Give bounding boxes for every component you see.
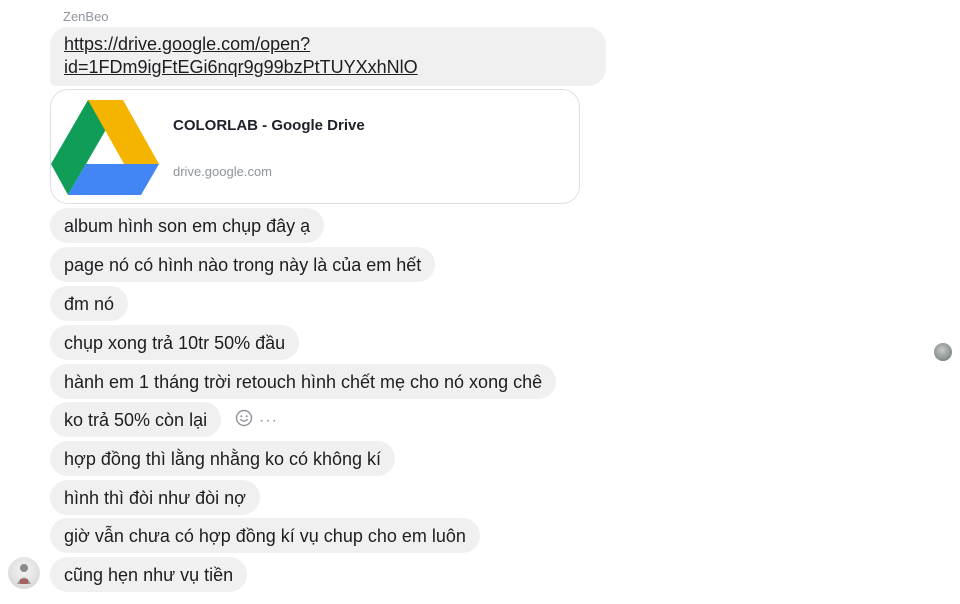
message-text: ko trả 50% còn lại xyxy=(64,409,208,430)
message-bubble[interactable]: album hình son em chụp đây ạ xyxy=(50,208,325,243)
google-drive-icon xyxy=(51,90,163,203)
message-text: giờ vẫn chưa có hợp đồng kí vụ chup cho … xyxy=(64,525,466,546)
message-text: hành em 1 tháng trời retouch hình chết m… xyxy=(64,371,543,392)
shared-link[interactable]: https://drive.google.com/open? id=1FDm9i… xyxy=(64,34,418,77)
message-bubble[interactable]: chụp xong trả 10tr 50% đầu xyxy=(50,325,300,360)
message-hover-actions: ··· xyxy=(235,409,278,432)
message-bubble[interactable]: hình thì đòi như đòi nợ xyxy=(50,480,260,515)
message-bubble[interactable]: hợp đồng thì lằng nhằng ko có không kí xyxy=(50,441,396,476)
message-text: hợp đồng thì lằng nhằng ko có không kí xyxy=(64,448,382,469)
sender-name: ZenBeo xyxy=(63,9,109,24)
message-text: cũng hẹn như vụ tiền xyxy=(64,564,234,585)
emoji-icon[interactable] xyxy=(235,409,253,432)
message-text: album hình son em chụp đây ạ xyxy=(64,215,311,236)
more-dots-icon[interactable]: ··· xyxy=(259,412,278,429)
message-bubble[interactable]: hành em 1 tháng trời retouch hình chết m… xyxy=(50,364,557,399)
message-text: đm nó xyxy=(64,293,115,314)
message-bubble[interactable]: cũng hẹn như vụ tiền xyxy=(50,557,248,592)
link-preview-domain: drive.google.com xyxy=(173,164,272,179)
read-receipt-avatar xyxy=(934,343,952,361)
message-bubble[interactable]: ko trả 50% còn lại xyxy=(50,402,222,437)
link-message-bubble[interactable]: https://drive.google.com/open? id=1FDm9i… xyxy=(50,27,606,86)
message-text: chụp xong trả 10tr 50% đầu xyxy=(64,332,286,353)
shared-link-line1: https://drive.google.com/open? xyxy=(64,34,311,54)
link-preview-card[interactable]: COLORLAB - Google Drive drive.google.com xyxy=(50,89,580,204)
message-bubble[interactable]: đm nó xyxy=(50,286,129,321)
shared-link-line2: id=1FDm9igFtEGi6nqr9g99bzPtTUYXxhNlO xyxy=(64,57,418,77)
message-text: page nó có hình nào trong này là của em … xyxy=(64,254,422,275)
message-text: hình thì đòi như đòi nợ xyxy=(64,487,246,508)
message-bubble[interactable]: page nó có hình nào trong này là của em … xyxy=(50,247,436,282)
message-bubble[interactable]: giờ vẫn chưa có hợp đồng kí vụ chup cho … xyxy=(50,518,480,553)
sender-avatar[interactable] xyxy=(8,557,40,589)
link-preview-title: COLORLAB - Google Drive xyxy=(173,117,365,134)
